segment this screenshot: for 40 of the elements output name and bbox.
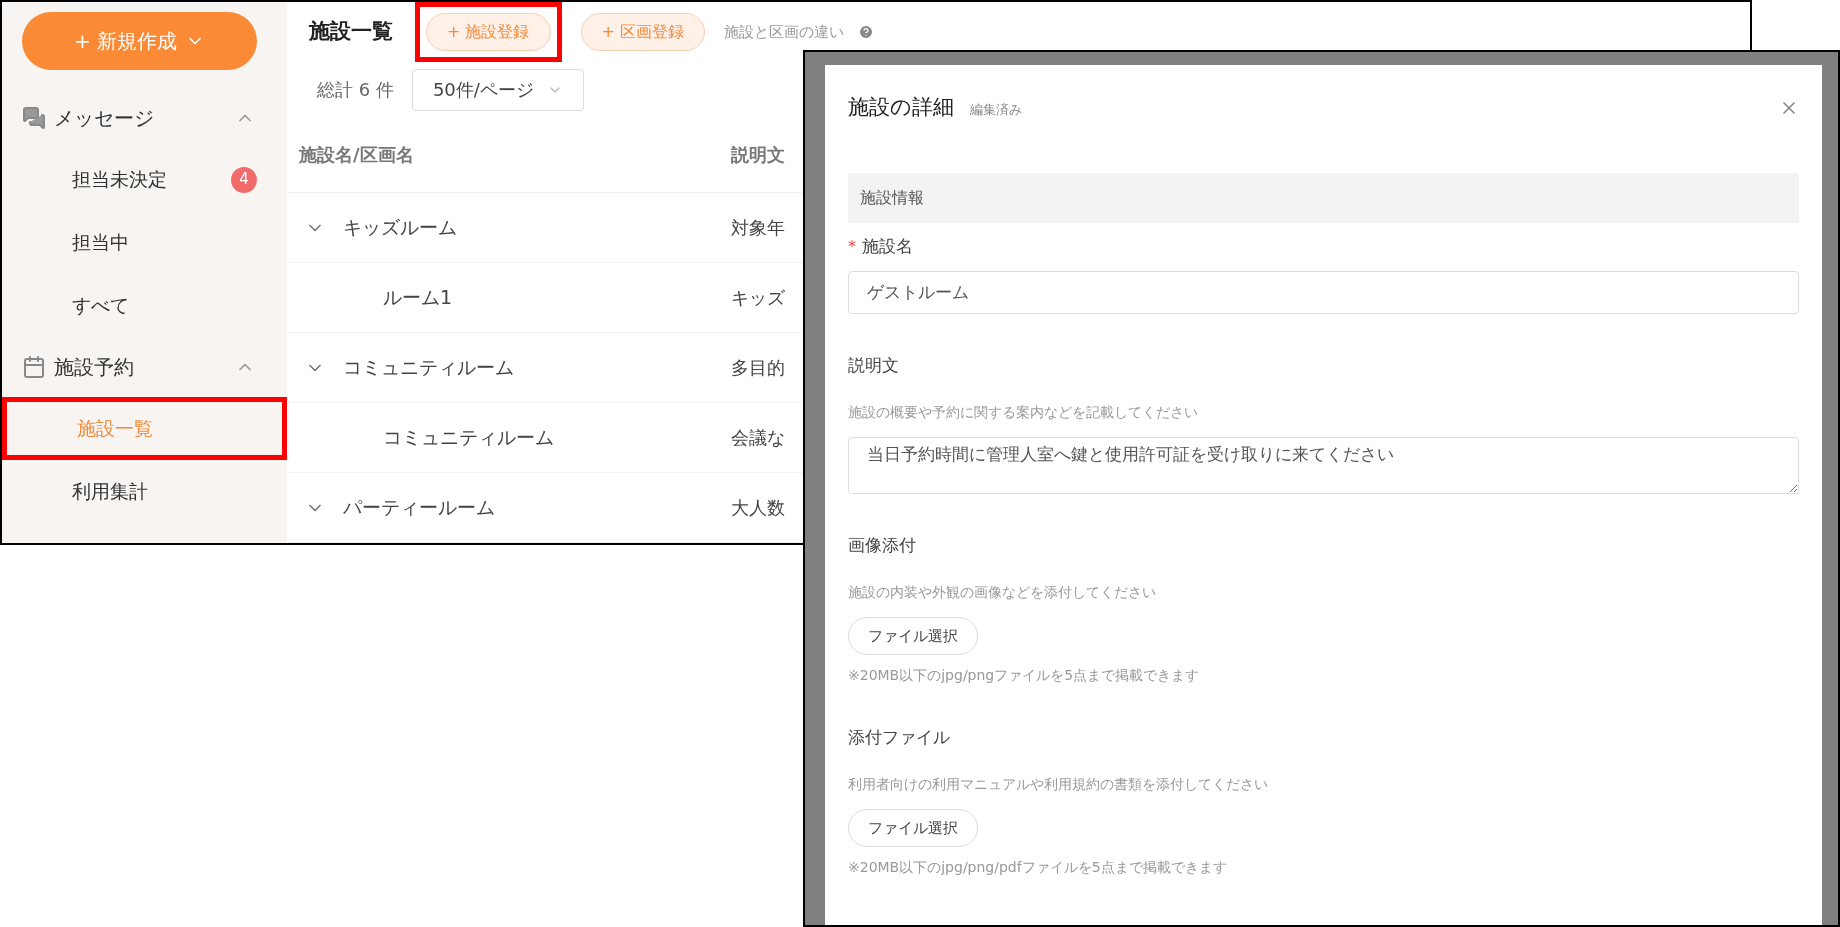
facility-name: パーティールーム	[343, 495, 495, 521]
facility-name-field[interactable]: ゲストルーム	[848, 271, 1799, 314]
total-count: 総計 6 件	[317, 78, 394, 103]
field-label: 説明文	[848, 354, 899, 378]
column-header: 施設名/区画名	[298, 143, 415, 168]
description-cell-text: 対象年	[731, 216, 785, 241]
sidebar-item[interactable]: すべて	[2, 274, 287, 337]
facility-name: キッズルーム	[343, 215, 457, 241]
help-icon	[858, 24, 874, 40]
section-header: 施設情報	[848, 173, 1799, 223]
sidebar-section-header[interactable]: 施設予約	[2, 337, 287, 397]
description-field[interactable]: 当日予約時間に管理人室へ鍵と使用許可証を受け取りに来てください	[848, 437, 1799, 494]
count-badge: 4	[231, 166, 257, 193]
file-note: ※20MB以下のjpg/png/pdfファイルを5点まで掲載できます	[848, 858, 1228, 877]
required-mark: *	[848, 236, 856, 258]
field-label: 添付ファイル	[848, 726, 950, 750]
field-hint: 利用者向けの利用マニュアルや利用規約の書類を添付してください	[848, 775, 1269, 794]
sidebar-item[interactable]: 担当未決定 4	[2, 148, 287, 211]
description-cell-text: キッズ	[731, 286, 785, 311]
file-note: ※20MB以下のjpg/pngファイルを5点まで掲載できます	[848, 666, 1201, 685]
facility-name: コミュニティルーム	[383, 425, 554, 451]
page-size-select[interactable]: 50件/ページ	[411, 68, 584, 111]
column-header: 説明文	[731, 143, 785, 168]
page-title: 施設一覧	[309, 18, 393, 46]
sidebar-item[interactable]: 担当中	[2, 211, 287, 274]
chat-icon	[22, 106, 46, 130]
field-label: 施設名	[862, 235, 913, 259]
sidebar-item[interactable]: 利用集計	[2, 460, 287, 523]
edit-status: 編集済み	[970, 101, 1023, 120]
description-cell-text: 会議な	[731, 426, 785, 450]
dialog-title: 施設の詳細	[848, 94, 954, 122]
field-hint: 施設の概要や予約に関する案内などを記載してください	[848, 403, 1199, 422]
description-cell-text: 多目的	[731, 356, 785, 381]
facility-name: コミュニティルーム	[343, 355, 514, 381]
calendar-icon	[22, 355, 46, 379]
field-label: 画像添付	[848, 534, 916, 558]
field-hint: 施設の内装や外観の画像などを添付してください	[848, 583, 1157, 602]
description-cell-text: 大人数	[731, 496, 785, 520]
facility-name: ルーム1	[383, 285, 453, 311]
sidebar-section-header[interactable]: メッセージ	[2, 88, 287, 148]
